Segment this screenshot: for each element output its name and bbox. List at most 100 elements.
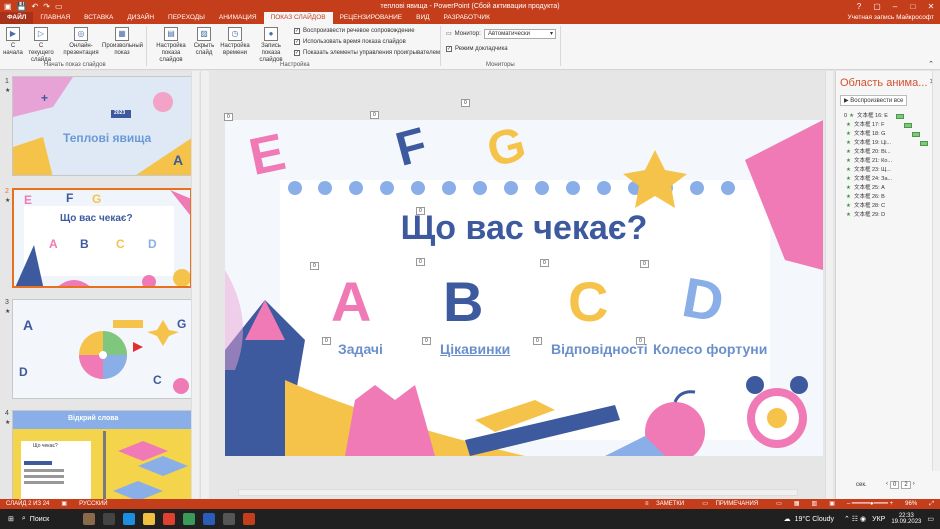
zoom-slider[interactable]: – ━━━━━●━━━━ +: [841, 499, 899, 509]
hide-slide-button[interactable]: ▨ Скрыть слайд: [193, 27, 215, 57]
animation-list-item[interactable]: ★ 文本框 20: Ві...: [836, 148, 940, 157]
save-icon[interactable]: 💾: [17, 2, 27, 11]
presenter-view-checkbox[interactable]: ✓ Режим докладчика: [446, 46, 508, 52]
narration-checkbox[interactable]: ✓ Воспроизвести речевое сопровождение: [294, 28, 415, 34]
present-icon[interactable]: ▭: [55, 2, 63, 11]
tab-animations[interactable]: АНИМАЦИЯ: [212, 12, 264, 24]
tab-view[interactable]: ВИД: [409, 12, 436, 24]
animation-list-item[interactable]: ★ 文本框 18: G: [836, 130, 940, 139]
thumbnail-scrollbar[interactable]: [191, 71, 199, 499]
label-wheel-of-fortune[interactable]: Колесо фортуни: [653, 341, 767, 357]
windows-start-icon[interactable]: ⊞: [8, 515, 14, 523]
tab-transitions[interactable]: ПЕРЕХОДЫ: [161, 12, 212, 24]
word-icon[interactable]: [203, 513, 216, 525]
spellcheck-icon[interactable]: ▣: [55, 499, 73, 509]
animation-list-item[interactable]: ★ 文本框 19: Ці...: [836, 139, 940, 148]
fit-slide-icon[interactable]: ⤢: [923, 499, 940, 509]
normal-view-icon[interactable]: ▭: [770, 499, 788, 509]
media-controls-checkbox[interactable]: ✓ Показать элементы управления проигрыват…: [294, 50, 440, 56]
tab-home[interactable]: ГЛАВНАЯ: [33, 12, 77, 24]
editor-horizontal-scrollbar[interactable]: [238, 489, 798, 496]
taskbar-search[interactable]: Поиск: [30, 516, 49, 523]
animation-list-item[interactable]: ★ 文本框 28: C: [836, 202, 940, 211]
animation-list-item[interactable]: ★ 文本框 24: За...: [836, 175, 940, 184]
app-icon[interactable]: [183, 513, 196, 525]
notifications-icon[interactable]: ▭: [927, 515, 934, 523]
comments-button[interactable]: ▭ ПРИМЕЧАНИЯ: [696, 499, 770, 509]
task-view-icon[interactable]: [103, 513, 116, 525]
tab-developer[interactable]: РАЗРАБОТЧИК: [437, 12, 497, 24]
input-language[interactable]: УКР: [872, 516, 885, 523]
from-current-button[interactable]: ▷ С текущего слайда: [26, 27, 56, 64]
animation-timeline-bar[interactable]: [920, 141, 928, 146]
clock[interactable]: 22:33 19.09.2023: [891, 513, 921, 525]
close-button[interactable]: ✕: [922, 2, 940, 11]
weather-text[interactable]: 19°C Cloudy: [795, 516, 834, 523]
animation-timeline-bar[interactable]: [904, 123, 912, 128]
account-name[interactable]: Учетная запись Майкрософт: [847, 12, 940, 24]
slide-title[interactable]: Що вас чекає?: [225, 208, 823, 248]
search-icon[interactable]: ⌕: [22, 515, 26, 523]
minimize-button[interactable]: –: [886, 2, 904, 11]
tab-slideshow[interactable]: ПОКАЗ СЛАЙДОВ: [263, 12, 333, 24]
letter-c[interactable]: C: [568, 272, 608, 332]
letter-b[interactable]: B: [443, 272, 483, 332]
slideshow-view-icon[interactable]: ▣: [823, 499, 841, 509]
label-correspondence[interactable]: Відповідності: [551, 341, 648, 357]
chevron-right-icon[interactable]: ›: [913, 481, 915, 489]
custom-show-button[interactable]: ▦ Произвольный показ: [102, 27, 143, 57]
page-value[interactable]: 0: [890, 481, 900, 489]
file-explorer-icon[interactable]: [143, 513, 156, 525]
maximize-button[interactable]: □: [904, 2, 922, 11]
editor-scrollbar[interactable]: [825, 71, 833, 499]
monitor-select[interactable]: Автоматически ▾: [484, 29, 556, 39]
thumbnail-slide-1[interactable]: + A 2023 Теплові явища: [12, 76, 192, 176]
page-total[interactable]: 2: [901, 481, 911, 489]
ribbon-options-icon[interactable]: ▢: [868, 2, 886, 11]
chevron-left-icon[interactable]: ‹: [886, 481, 888, 489]
rehearse-timings-button[interactable]: ◷ Настройка времени: [220, 27, 250, 57]
timings-checkbox[interactable]: ✓ Использовать время показа слайдов: [294, 39, 406, 45]
taskbar-widget-icon[interactable]: [83, 513, 96, 525]
online-presentation-button[interactable]: ◎ Онлайн-презентация: [62, 27, 100, 57]
setup-show-button[interactable]: ▤ Настройка показа слайдов: [150, 27, 192, 64]
animation-list-item[interactable]: ★ 文本框 26: B: [836, 193, 940, 202]
animation-list-item[interactable]: ★ 文本框 23: Щ...: [836, 166, 940, 175]
undo-icon[interactable]: ↶: [32, 2, 39, 11]
tab-design[interactable]: ДИЗАЙН: [120, 12, 161, 24]
tab-file[interactable]: ФАЙЛ: [0, 12, 34, 24]
help-icon[interactable]: ?: [850, 2, 868, 11]
redo-icon[interactable]: ↷: [43, 2, 50, 11]
language-indicator[interactable]: РУССКИЙ: [73, 499, 113, 509]
letter-a[interactable]: A: [331, 272, 371, 332]
tab-insert[interactable]: ВСТАВКА: [77, 12, 120, 24]
thumbnail-slide-3[interactable]: A G D C: [12, 299, 192, 399]
animation-list-item[interactable]: ★ 文本框 17: F: [836, 121, 940, 130]
from-start-button[interactable]: ▶ С начала: [3, 27, 23, 57]
animation-list-item[interactable]: ★ 文本框 25: A: [836, 184, 940, 193]
slide-sorter-icon[interactable]: ▦: [788, 499, 806, 509]
editor-left-scrollbar[interactable]: [200, 71, 209, 499]
chrome-icon[interactable]: [163, 513, 176, 525]
tab-review[interactable]: РЕЦЕНЗИРОВАНИЕ: [333, 12, 410, 24]
label-interesting[interactable]: Цікавинки: [440, 341, 510, 357]
animation-timeline-bar[interactable]: [896, 114, 904, 119]
zoom-level[interactable]: 96%: [899, 499, 923, 509]
thumbnail-slide-2[interactable]: E F G A B C D Що вас чекає?: [12, 188, 192, 288]
animation-list-item[interactable]: ★ 文本框 29: D: [836, 211, 940, 220]
thumbnail-slide-4[interactable]: Відкрий слова Що чекає?: [12, 410, 192, 499]
animation-list-item[interactable]: 0 ★ 文本框 16: E: [836, 112, 940, 121]
play-all-button[interactable]: ▶ Воспроизвести все: [840, 95, 908, 106]
collapse-ribbon-icon[interactable]: ⌃: [928, 60, 934, 68]
animation-pane-scrollbar[interactable]: [932, 71, 940, 471]
powerpoint-icon[interactable]: [243, 513, 256, 525]
tray-icons[interactable]: ⌃ ☷ ◉: [844, 515, 866, 523]
edge-icon[interactable]: [123, 513, 136, 525]
record-show-button[interactable]: ● Запись показа слайдов: [252, 27, 290, 64]
animation-list-item[interactable]: ★ 文本框 21: Ко...: [836, 157, 940, 166]
reading-view-icon[interactable]: ▥: [806, 499, 824, 509]
animation-timeline-bar[interactable]: [912, 132, 920, 137]
app-icon[interactable]: [223, 513, 236, 525]
label-tasks[interactable]: Задачі: [338, 341, 383, 357]
notes-button[interactable]: ≡ ЗАМЕТКИ: [639, 499, 696, 509]
